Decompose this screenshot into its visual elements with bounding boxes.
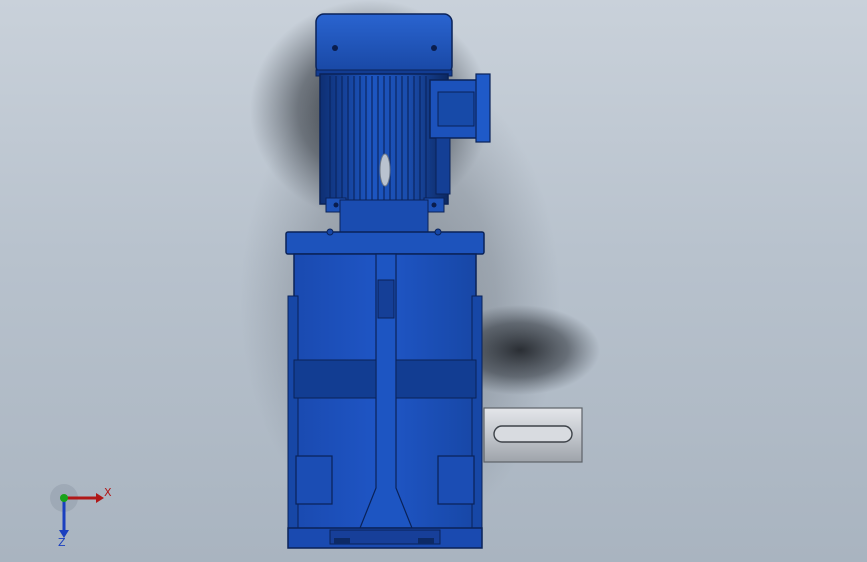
x-axis-label: X [104, 486, 112, 499]
y-axis-dot [60, 494, 68, 502]
coordinate-triad: X Z [50, 484, 112, 548]
motor-end-cap[interactable] [315, 13, 453, 77]
motor-body[interactable] [319, 73, 449, 233]
output-shaft[interactable] [483, 407, 583, 463]
graphics-viewport[interactable]: X Z [0, 0, 867, 562]
gearbox-housing[interactable] [287, 253, 483, 549]
z-axis-label: Z [58, 536, 66, 548]
motor-flange[interactable] [285, 228, 485, 255]
gearmotor-model[interactable] [0, 0, 867, 562]
